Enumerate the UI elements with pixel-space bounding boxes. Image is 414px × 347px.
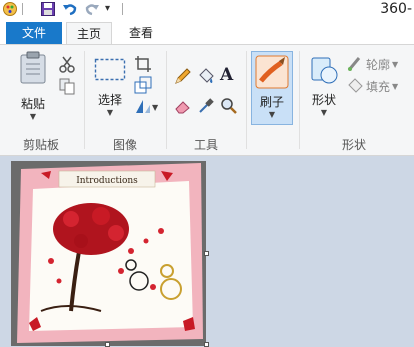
shapes-button[interactable]: 形状 ▼ <box>305 55 343 117</box>
shapes-dropdown-icon[interactable]: ▼ <box>305 108 343 117</box>
shapes-icon <box>311 57 338 84</box>
undo-icon[interactable] <box>62 1 78 17</box>
magnifier-icon[interactable] <box>220 97 238 115</box>
shapes-group-label: 形状 <box>341 138 366 152</box>
paste-button[interactable]: 粘贴 ▼ <box>12 51 54 121</box>
select-rectangle-icon <box>94 58 126 81</box>
tab-file[interactable]: 文件 <box>6 22 62 44</box>
redo-icon[interactable] <box>84 1 100 17</box>
ribbon-home: 粘贴 ▼ 剪贴板 选择 ▼ ▼ 图像 A 工具 刷子 ▼ 形状 ▼ 轮廓 ▼ 填… <box>0 44 414 156</box>
brush-icon <box>255 55 289 89</box>
select-dropdown-icon[interactable]: ▼ <box>92 108 128 117</box>
copy-icon[interactable] <box>58 77 76 95</box>
cut-icon[interactable] <box>58 55 76 73</box>
quilling-card-picture: Introductions <box>11 161 206 346</box>
outline-button[interactable]: 轮廓 ▼ <box>346 55 398 73</box>
save-icon[interactable] <box>40 1 56 17</box>
outline-dropdown-icon[interactable]: ▼ <box>392 60 398 69</box>
window-title: 360- <box>380 1 412 17</box>
paste-label: 粘贴 <box>20 97 45 111</box>
title-bar: ▾ 360- <box>0 0 414 20</box>
canvas-workspace[interactable]: Introductions <box>0 156 414 347</box>
fill-bucket-icon[interactable] <box>197 67 215 85</box>
brushes-button[interactable]: 刷子 ▼ <box>251 51 293 125</box>
shapes-label: 形状 <box>311 93 336 107</box>
resize-handle-right[interactable] <box>204 251 209 256</box>
outline-label: 轮廓 <box>366 57 391 72</box>
fill-dropdown-icon[interactable]: ▼ <box>392 82 398 91</box>
image-group-label: 图像 <box>112 138 137 152</box>
tools-group-label: 工具 <box>193 138 218 152</box>
color-picker-icon[interactable] <box>197 97 215 115</box>
resize-icon[interactable] <box>134 76 152 94</box>
paste-dropdown-icon[interactable]: ▼ <box>12 112 54 121</box>
eraser-icon[interactable] <box>174 97 192 115</box>
brushes-dropdown-icon[interactable]: ▼ <box>252 110 292 119</box>
fill-button[interactable]: 填充 ▼ <box>346 77 398 95</box>
fill-bucket-small-icon <box>348 78 363 93</box>
customize-quick-access-icon[interactable]: ▾ <box>105 2 110 16</box>
rotate-icon[interactable] <box>134 97 152 115</box>
select-label: 选择 <box>97 93 122 107</box>
crop-icon[interactable] <box>134 55 152 73</box>
canvas-image[interactable]: Introductions <box>11 161 206 346</box>
brushes-label: 刷子 <box>259 95 284 109</box>
clipboard-group-label: 剪贴板 <box>22 138 59 152</box>
clipboard-icon <box>20 51 46 84</box>
ribbon-tabs: 文件 主页 查看 <box>0 20 414 45</box>
card-title-text: Introductions <box>76 176 138 186</box>
resize-handle-bottom[interactable] <box>105 342 110 347</box>
pencil-icon[interactable] <box>174 67 192 85</box>
paint-app-icon[interactable] <box>2 1 18 17</box>
tab-view[interactable]: 查看 <box>118 22 164 44</box>
text-tool-icon[interactable]: A <box>220 65 233 85</box>
fill-label: 填充 <box>366 79 391 94</box>
tab-home[interactable]: 主页 <box>66 22 112 45</box>
select-button[interactable]: 选择 ▼ <box>92 57 128 117</box>
resize-handle-corner[interactable] <box>204 342 209 347</box>
outline-brush-icon <box>347 57 361 71</box>
rotate-dropdown-icon[interactable]: ▼ <box>152 103 158 112</box>
